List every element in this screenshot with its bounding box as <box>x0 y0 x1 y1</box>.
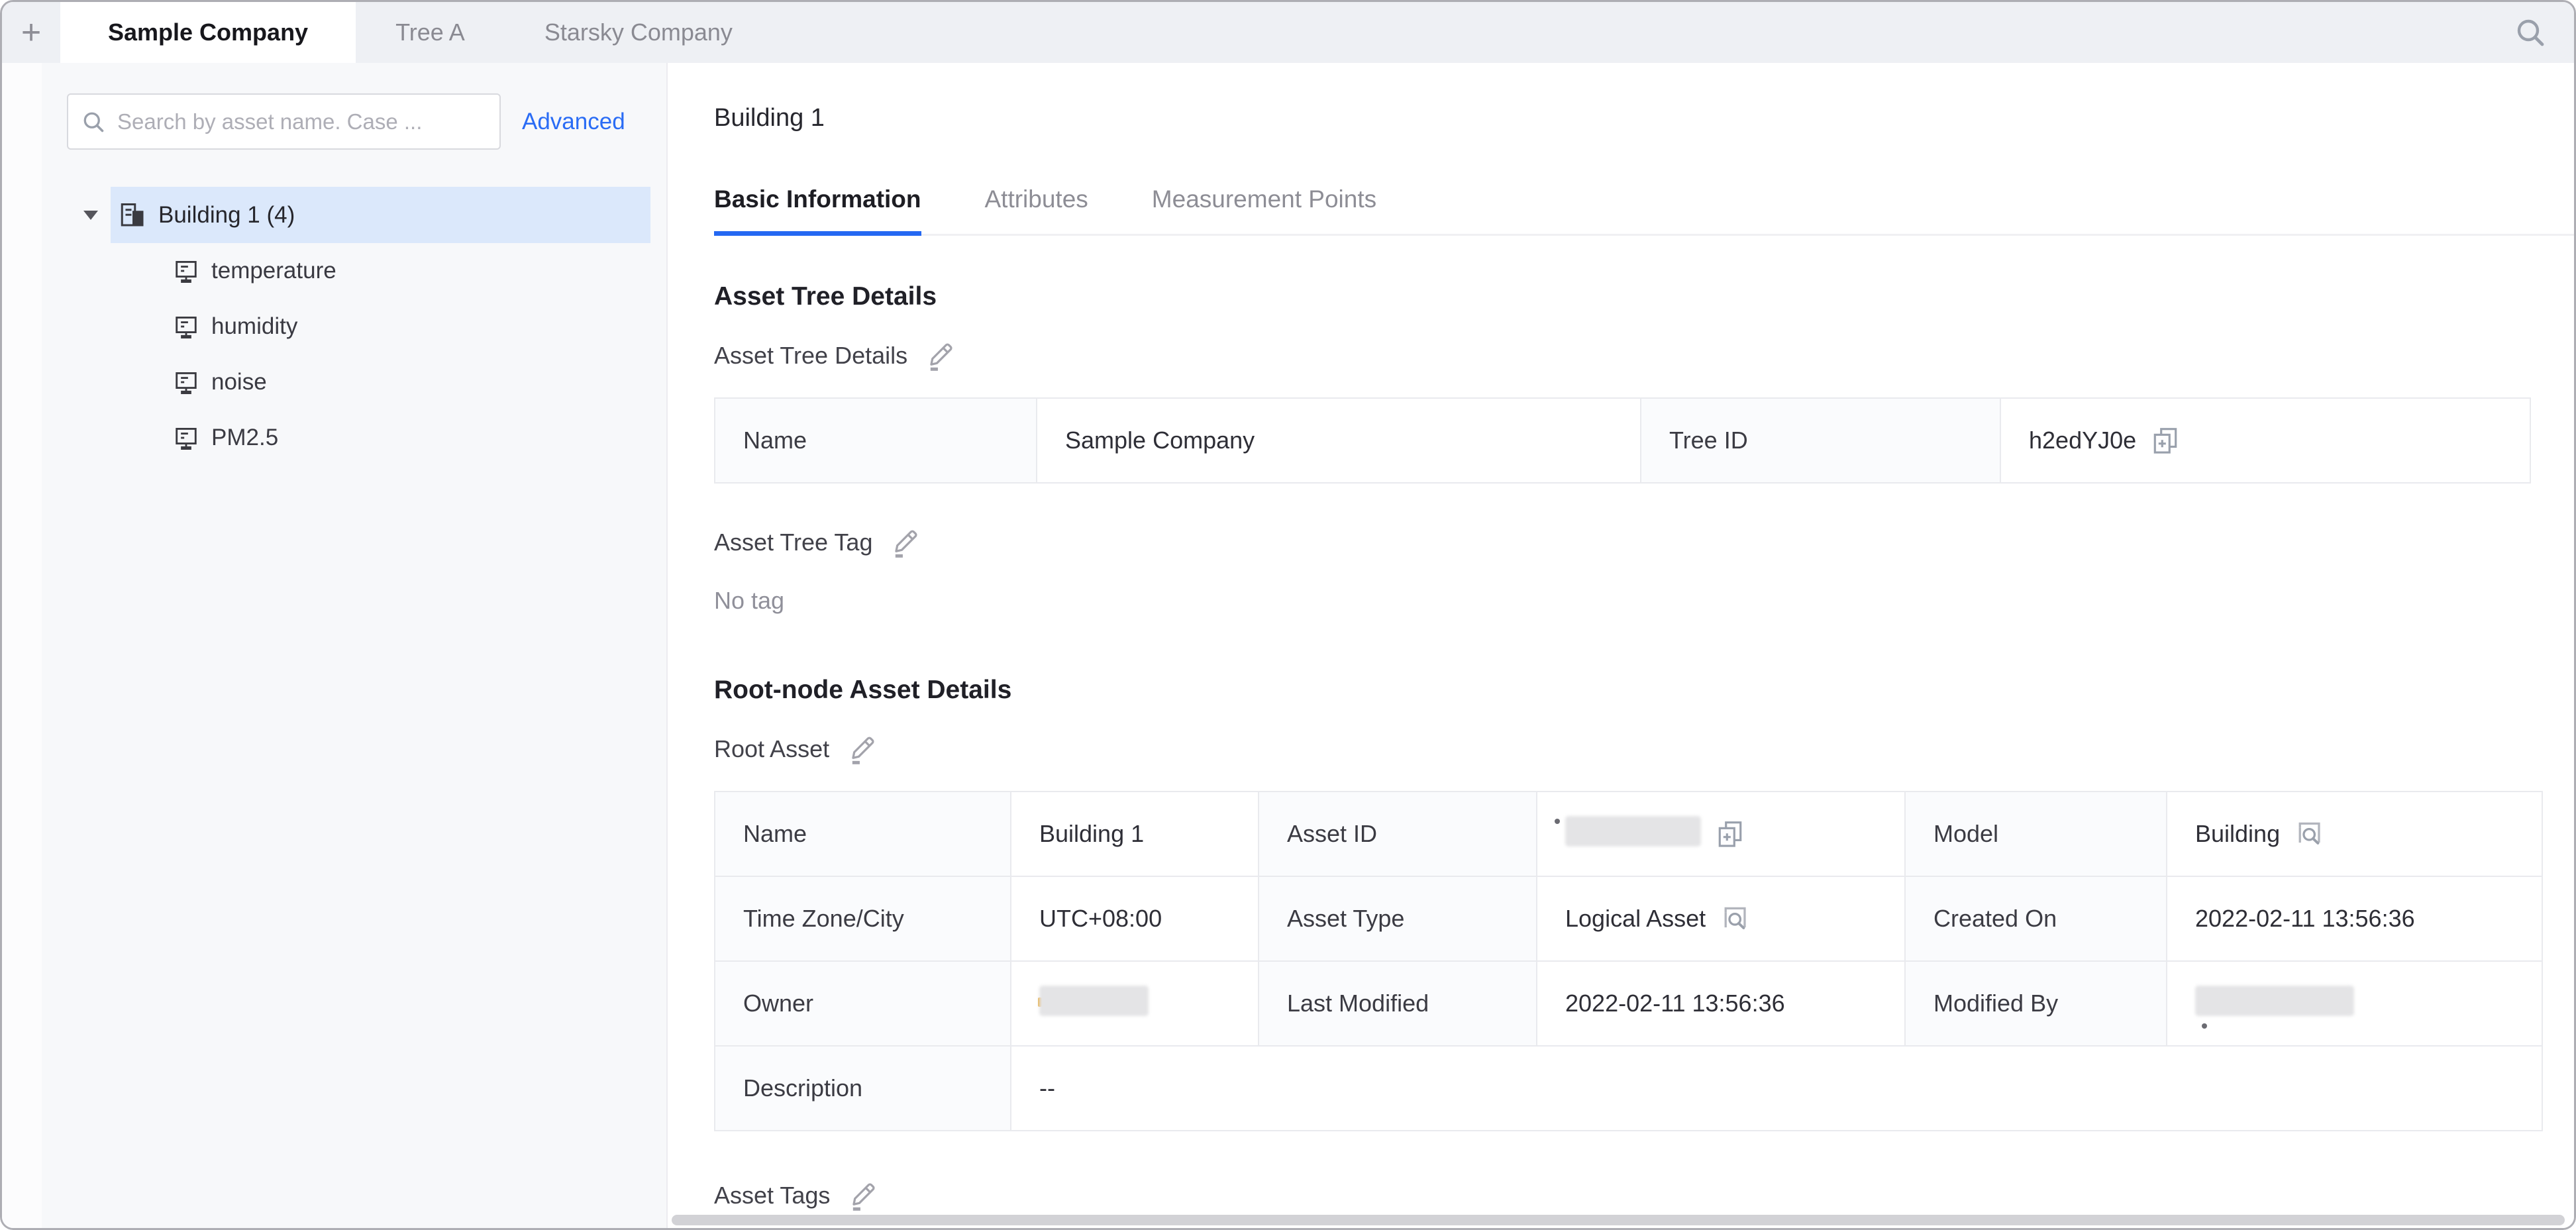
tab-basic-information[interactable]: Basic Information <box>714 185 921 236</box>
asset-type-value: Logical Asset <box>1565 905 1706 933</box>
name-label-cell: Name <box>715 398 1037 483</box>
root-asset-table: Name Building 1 Asset ID Mod <box>714 791 2543 1131</box>
description-value-cell: -- <box>1011 1046 2542 1131</box>
tree-node-pm25[interactable]: PM2.5 <box>67 410 666 466</box>
asset-tree-details-label: Asset Tree Details <box>714 342 907 370</box>
pencil-edit-icon[interactable] <box>847 734 877 764</box>
table-row: Name Sample Company Tree ID h2edYJ0e <box>715 398 2530 483</box>
table-row: Time Zone/City UTC+08:00 Asset Type Logi… <box>715 876 2542 961</box>
device-icon <box>173 369 199 395</box>
asset-tree: Building 1 (4) temperature humidity <box>67 187 666 466</box>
modified-by-value-cell <box>2167 961 2542 1046</box>
root-asset-label: Root Asset <box>714 735 829 763</box>
asset-tags-row: Asset Tags <box>714 1180 2574 1211</box>
redacted-asset-id <box>1565 816 1701 852</box>
description-label-cell: Description <box>715 1046 1011 1131</box>
tab-measurement-points[interactable]: Measurement Points <box>1152 185 1376 236</box>
tree-node-label: humidity <box>211 313 297 340</box>
main-panel: Building 1 Basic Information Attributes … <box>668 63 2574 1228</box>
building-icon <box>119 201 146 229</box>
asset-tree-sidebar: Advanced Building 1 (4) <box>42 63 668 1228</box>
detail-tabs: Basic Information Attributes Measurement… <box>714 185 2574 236</box>
tab-tree-a[interactable]: Tree A <box>356 2 505 63</box>
page-title: Building 1 <box>714 104 2574 132</box>
asset-type-value-cell: Logical Asset <box>1537 876 1905 961</box>
owner-value-cell <box>1011 961 1259 1046</box>
tab-attributes[interactable]: Attributes <box>985 185 1088 236</box>
table-row: Owner Last Modified 2022-02-11 13:56:36 … <box>715 961 2542 1046</box>
owner-label-cell: Owner <box>715 961 1011 1046</box>
redacted-modified-by <box>2195 986 2354 1022</box>
tree-node-label: PM2.5 <box>211 425 278 451</box>
tab-bar: + Sample Company Tree A Starsky Company <box>2 2 2574 63</box>
sidebar-gutter <box>2 63 42 1228</box>
asset-id-label-cell: Asset ID <box>1259 792 1537 876</box>
device-icon <box>173 313 199 340</box>
last-modified-label-cell: Last Modified <box>1259 961 1537 1046</box>
name-value-cell: Building 1 <box>1011 792 1259 876</box>
tree-node-noise[interactable]: noise <box>67 354 666 410</box>
tree-node-label: Building 1 (4) <box>158 202 295 229</box>
asset-search-input[interactable] <box>116 109 486 135</box>
last-modified-value-cell: 2022-02-11 13:56:36 <box>1537 961 1905 1046</box>
tab-sample-company[interactable]: Sample Company <box>60 2 356 63</box>
device-icon <box>173 258 199 284</box>
table-row: Name Building 1 Asset ID Mod <box>715 792 2542 876</box>
advanced-search-link[interactable]: Advanced <box>522 109 625 135</box>
search-icon[interactable] <box>2514 17 2546 48</box>
tree-node-temperature[interactable]: temperature <box>67 243 666 299</box>
asset-tree-details-table: Name Sample Company Tree ID h2edYJ0e <box>714 397 2531 484</box>
tree-id-value: h2edYJ0e <box>2029 427 2136 454</box>
asset-tags-label: Asset Tags <box>714 1182 830 1209</box>
model-label-cell: Model <box>1905 792 2167 876</box>
tree-node-label: noise <box>211 369 267 395</box>
tab-starsky-company[interactable]: Starsky Company <box>505 2 772 63</box>
tree-node-label: temperature <box>211 258 336 284</box>
tree-node-building-1[interactable]: Building 1 (4) <box>71 187 666 243</box>
asset-tree-tag-label: Asset Tree Tag <box>714 529 872 556</box>
timezone-value-cell: UTC+08:00 <box>1011 876 1259 961</box>
app-window: + Sample Company Tree A Starsky Company … <box>0 0 2576 1230</box>
model-value-cell: Building <box>2167 792 2542 876</box>
tree-node-humidity[interactable]: humidity <box>67 299 666 354</box>
new-tree-tab-button[interactable]: + <box>2 2 60 63</box>
view-model-icon[interactable] <box>1720 903 1751 934</box>
model-value: Building <box>2195 820 2280 848</box>
no-tag-text: No tag <box>714 587 2574 615</box>
root-asset-label-row: Root Asset <box>714 734 2574 764</box>
pencil-edit-icon[interactable] <box>890 527 920 558</box>
search-icon <box>81 110 105 134</box>
tree-id-value-cell: h2edYJ0e <box>2000 398 2530 483</box>
name-label-cell: Name <box>715 792 1011 876</box>
timezone-label-cell: Time Zone/City <box>715 876 1011 961</box>
asset-id-value-cell <box>1537 792 1905 876</box>
asset-type-label-cell: Asset Type <box>1259 876 1537 961</box>
created-on-value-cell: 2022-02-11 13:56:36 <box>2167 876 2542 961</box>
table-row: Description -- <box>715 1046 2542 1131</box>
collapse-caret-icon[interactable] <box>71 211 111 220</box>
sidebar-search-row: Advanced <box>67 93 666 150</box>
root-node-heading: Root-node Asset Details <box>714 676 2574 705</box>
asset-tree-details-heading: Asset Tree Details <box>714 282 2574 311</box>
modified-by-label-cell: Modified By <box>1905 961 2167 1046</box>
redacted-owner <box>1039 986 1149 1022</box>
pencil-edit-icon[interactable] <box>925 340 955 371</box>
horizontal-scrollbar[interactable] <box>672 1215 2565 1225</box>
view-model-icon[interactable] <box>2294 819 2325 849</box>
created-on-label-cell: Created On <box>1905 876 2167 961</box>
asset-tree-tag-row: Asset Tree Tag <box>714 527 2574 558</box>
asset-search-box[interactable] <box>67 93 501 150</box>
copy-icon[interactable] <box>2151 426 2180 455</box>
tree-id-label-cell: Tree ID <box>1641 398 2000 483</box>
tree-node-selected[interactable]: Building 1 (4) <box>111 187 650 243</box>
pencil-edit-icon[interactable] <box>847 1180 878 1211</box>
device-icon <box>173 425 199 451</box>
body: Advanced Building 1 (4) <box>2 63 2574 1228</box>
name-value-cell: Sample Company <box>1037 398 1641 483</box>
asset-tree-details-label-row: Asset Tree Details <box>714 340 2574 371</box>
copy-icon[interactable] <box>1716 819 1745 848</box>
